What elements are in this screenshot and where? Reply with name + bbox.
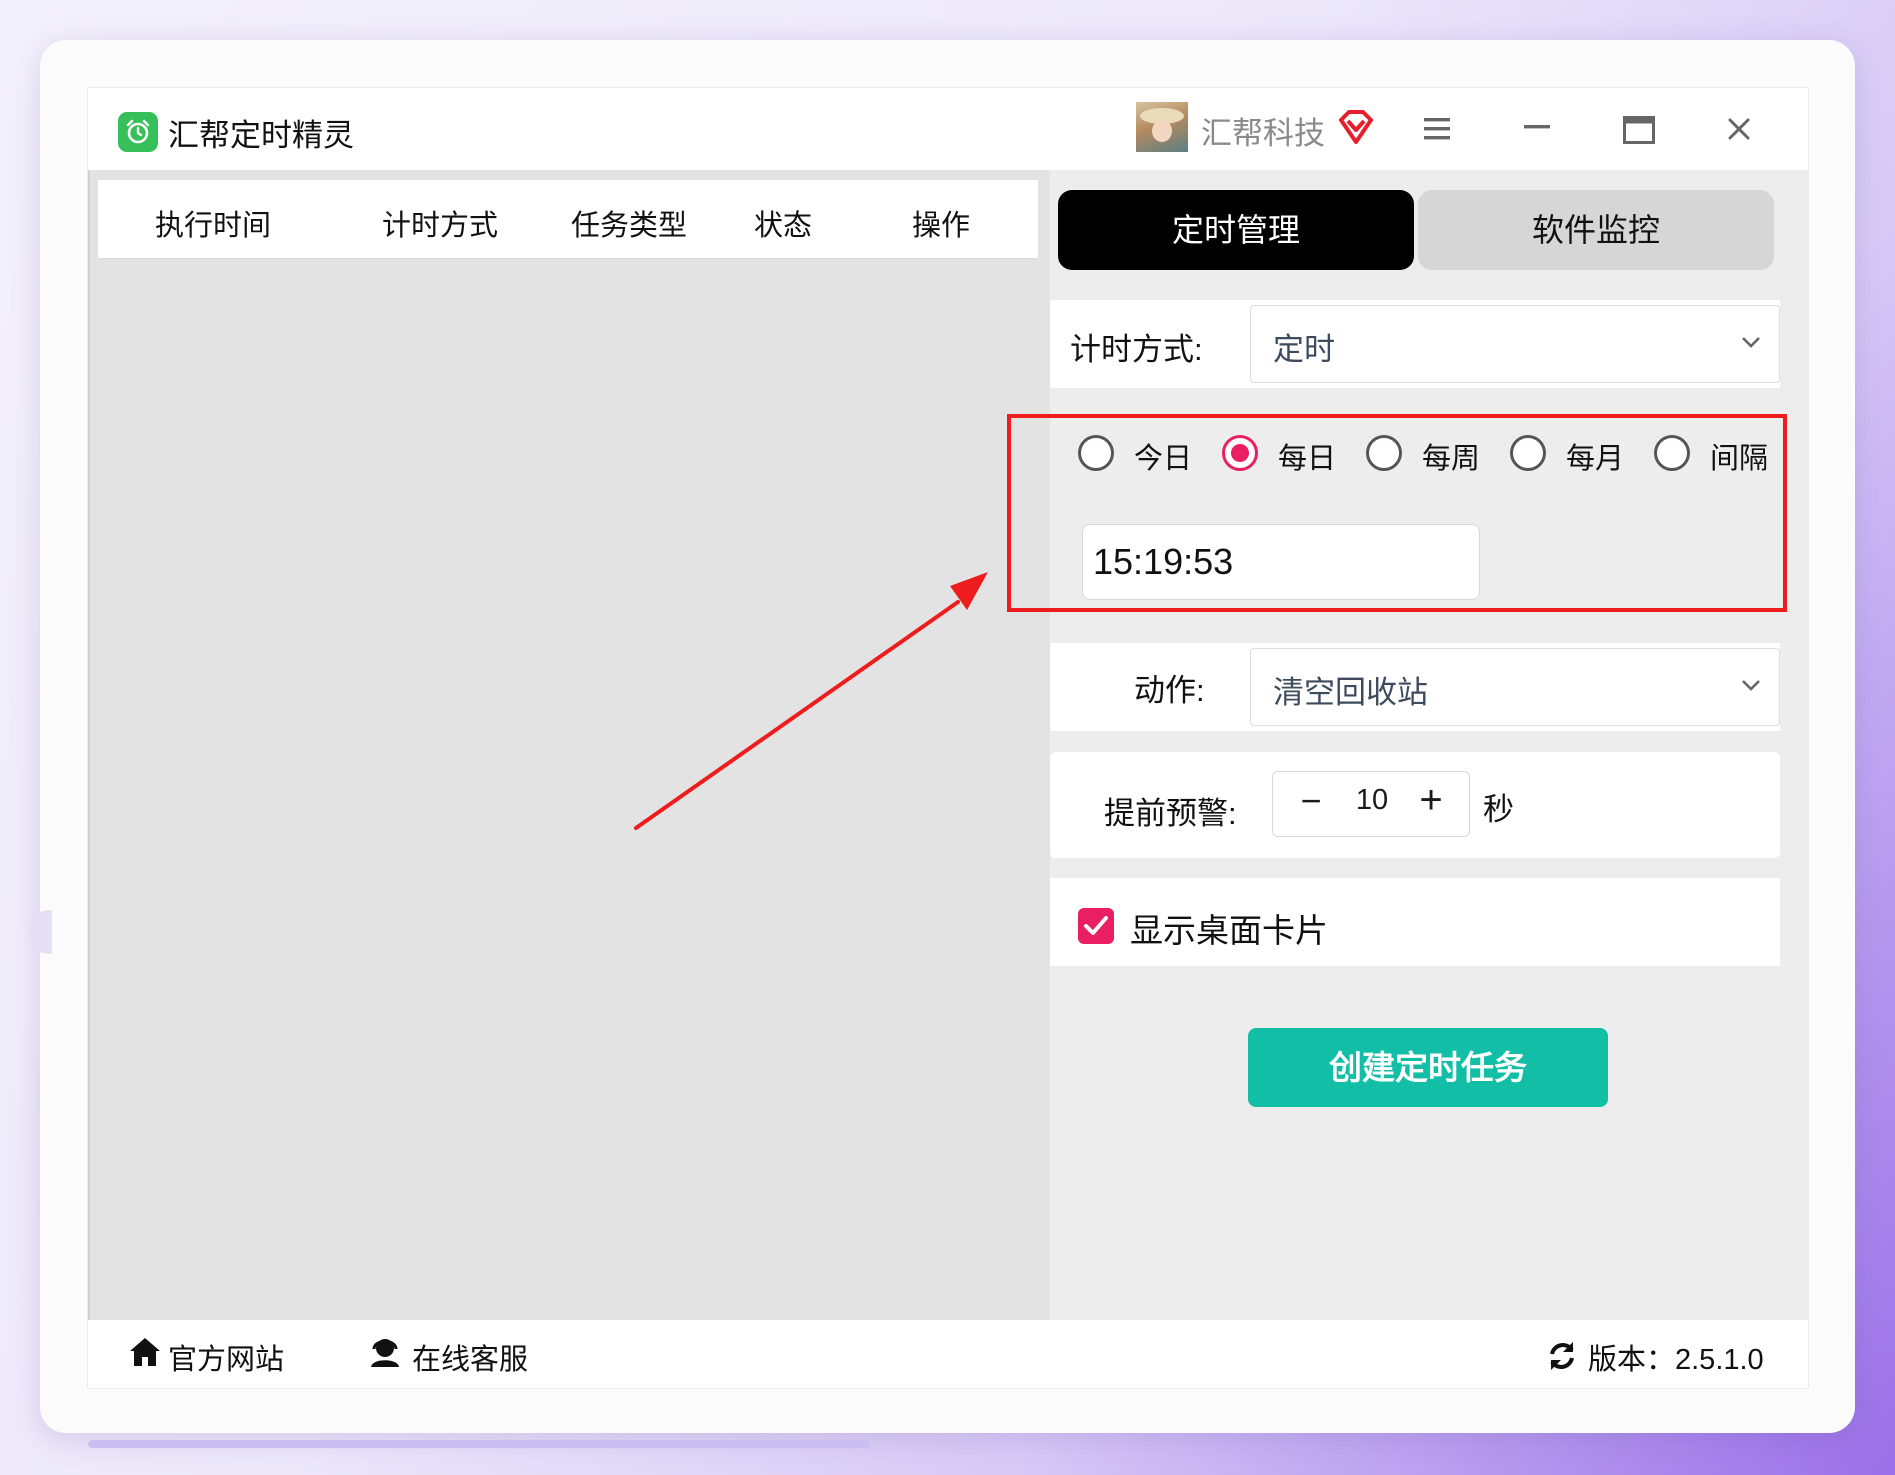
maximize-icon[interactable] bbox=[1623, 116, 1655, 144]
title-bar: 汇帮定时精灵 汇帮科技 bbox=[88, 88, 1808, 170]
timing-mode-row: 计时方式: 定时 bbox=[1050, 300, 1780, 388]
menu-icon[interactable] bbox=[1424, 118, 1450, 140]
stepper-value[interactable]: 10 bbox=[1343, 784, 1401, 817]
app-title: 汇帮定时精灵 bbox=[168, 118, 354, 153]
app-window: 汇帮定时精灵 汇帮科技 执行时间 计时方式 任务类型 状态 操作 定时管理 软件… bbox=[88, 88, 1808, 1388]
task-list-panel: 执行时间 计时方式 任务类型 状态 操作 bbox=[88, 170, 1051, 1320]
timing-mode-value: 定时 bbox=[1273, 332, 1335, 367]
desktop-card-label[interactable]: 显示桌面卡片 bbox=[1130, 904, 1328, 952]
side-pill bbox=[28, 910, 52, 954]
action-label: 动作: bbox=[1134, 673, 1205, 708]
desktop-card-checkbox[interactable] bbox=[1078, 908, 1114, 944]
footer: 官方网站 在线客服 版本：2.5.1.0 bbox=[88, 1320, 1808, 1388]
tab-software-monitor[interactable]: 软件监控 bbox=[1418, 190, 1774, 270]
timing-mode-select[interactable]: 定时 bbox=[1250, 305, 1780, 383]
action-row: 动作: 清空回收站 bbox=[1050, 643, 1780, 731]
settings-panel: 定时管理 软件监控 计时方式: 定时 动作: 清空回收站 提前预警: bbox=[1050, 170, 1808, 1320]
column-header[interactable]: 状态 bbox=[754, 202, 812, 244]
advance-warning-label: 提前预警: bbox=[1104, 796, 1237, 831]
action-select[interactable]: 清空回收站 bbox=[1250, 648, 1780, 726]
column-header[interactable]: 任务类型 bbox=[571, 202, 687, 244]
online-support-link[interactable]: 在线客服 bbox=[412, 1336, 528, 1378]
refresh-icon[interactable] bbox=[1546, 1340, 1578, 1372]
user-name[interactable]: 汇帮科技 bbox=[1201, 108, 1325, 153]
timing-mode-label: 计时方式: bbox=[1070, 332, 1203, 367]
customer-service-icon[interactable] bbox=[368, 1336, 402, 1368]
create-task-button[interactable]: 创建定时任务 bbox=[1248, 1028, 1608, 1107]
action-value: 清空回收站 bbox=[1273, 675, 1428, 710]
checkmark-icon bbox=[1084, 916, 1108, 935]
avatar[interactable] bbox=[1136, 102, 1188, 152]
chevron-down-icon bbox=[1742, 337, 1760, 348]
minimize-icon[interactable] bbox=[1524, 124, 1550, 130]
bottom-progress-bar bbox=[88, 1440, 870, 1448]
increment-button[interactable]: + bbox=[1411, 778, 1451, 826]
official-website-link[interactable]: 官方网站 bbox=[168, 1336, 284, 1378]
version-label: 版本：2.5.1.0 bbox=[1588, 1344, 1764, 1376]
home-icon[interactable] bbox=[128, 1336, 162, 1368]
column-header[interactable]: 操作 bbox=[912, 202, 970, 244]
column-header[interactable]: 执行时间 bbox=[155, 202, 271, 244]
column-header[interactable]: 计时方式 bbox=[382, 202, 498, 244]
close-icon[interactable] bbox=[1728, 118, 1750, 140]
vip-diamond-icon[interactable] bbox=[1337, 108, 1375, 146]
table-header: 执行时间 计时方式 任务类型 状态 操作 bbox=[98, 180, 1038, 259]
alarm-clock-icon bbox=[118, 112, 158, 152]
chevron-down-icon bbox=[1742, 680, 1760, 691]
annotation-highlight-box bbox=[1007, 414, 1787, 612]
seconds-unit-label: 秒 bbox=[1483, 792, 1514, 827]
decrement-button[interactable]: − bbox=[1291, 780, 1331, 828]
quantity-stepper: − 10 + bbox=[1272, 771, 1470, 837]
tab-timer-management[interactable]: 定时管理 bbox=[1058, 190, 1414, 270]
